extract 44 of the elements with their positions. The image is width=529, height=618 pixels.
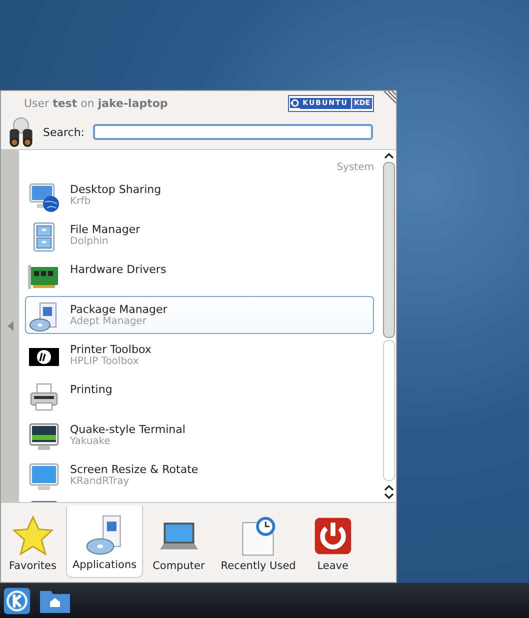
- app-name: Hardware Drivers: [70, 263, 166, 276]
- menu-tab[interactable]: Applications: [66, 506, 143, 578]
- section-heading: System: [336, 161, 374, 175]
- terminal-monitor-icon: [28, 421, 60, 453]
- app-item[interactable]: Hardware Drivers: [25, 256, 374, 294]
- printer-icon: [28, 381, 60, 413]
- app-item[interactable]: Desktop Sharing Krfb: [25, 176, 374, 214]
- app-description: Dolphin: [70, 236, 110, 247]
- scroll-up-icon[interactable]: [384, 484, 394, 492]
- app-name: Screen Resize & Rotate: [70, 463, 198, 476]
- app-item[interactable]: Package Manager Adept Manager: [25, 296, 374, 334]
- app-name: Package Manager: [70, 303, 168, 316]
- app-name: Printing: [70, 383, 112, 396]
- app-description: Adept Manager: [70, 316, 148, 327]
- circle-of-friends-icon: [290, 98, 300, 108]
- app-description: HPLIP Toolbox: [70, 356, 140, 367]
- search-field[interactable]: [92, 124, 372, 140]
- app-name: Printer Toolbox: [70, 343, 152, 356]
- scrollbar[interactable]: [382, 150, 396, 502]
- star-icon: [12, 515, 54, 557]
- scroll-up-icon[interactable]: [384, 152, 394, 160]
- search-label: Search:: [43, 126, 84, 138]
- app-item[interactable]: Screen Resize & Rotate KRandRTray: [25, 456, 374, 494]
- app-description: KRandRTray: [70, 476, 130, 487]
- app-description: Krfb: [70, 196, 92, 207]
- menu-tab[interactable]: Computer: [146, 506, 211, 578]
- app-description: Yakuake: [70, 436, 112, 447]
- scroll-down-icon[interactable]: [384, 492, 394, 500]
- k-logo-icon[interactable]: [3, 586, 31, 614]
- user-host-label: User test on jake-laptop: [24, 96, 169, 110]
- app-name: File Manager: [70, 223, 140, 236]
- menu-tab[interactable]: Recently Used: [214, 506, 302, 578]
- app-item[interactable]: Printing: [25, 376, 374, 414]
- monitor-icon: [28, 461, 60, 493]
- app-item[interactable]: Quake-style Terminal Yakuake: [25, 416, 374, 454]
- left-arrow-icon: [6, 321, 14, 331]
- app-item[interactable]: Printer Toolbox HPLIP Toolbox: [25, 336, 374, 374]
- monitor-globe-icon: [28, 181, 60, 213]
- menu-tab[interactable]: Leave: [306, 506, 360, 578]
- resize-grip-icon[interactable]: [382, 91, 396, 105]
- app-item[interactable]: File Manager Dolphin: [25, 216, 374, 254]
- menu-tab[interactable]: Favorites: [3, 506, 62, 578]
- app-name: Desktop Sharing: [70, 183, 162, 196]
- app-name: Quake-style Terminal: [70, 423, 186, 436]
